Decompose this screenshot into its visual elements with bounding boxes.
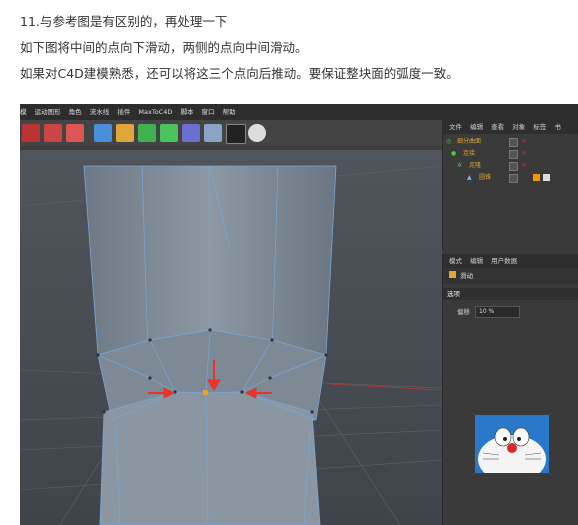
cloner-icon: ✲ xyxy=(457,162,463,169)
menu-item[interactable]: 运动图形 xyxy=(35,108,61,116)
tab-edit[interactable]: 编辑 xyxy=(470,257,483,265)
offset-input[interactable]: 10 % xyxy=(475,306,520,318)
visibility-toggle[interactable] xyxy=(509,150,518,159)
lower-mesh xyxy=(99,391,321,525)
doraemon-avatar xyxy=(475,415,549,473)
offset-label: 偏移 xyxy=(457,308,470,316)
tab-bookmarks[interactable]: 书 xyxy=(554,123,561,131)
pen-icon[interactable] xyxy=(116,124,134,142)
3d-viewport[interactable] xyxy=(20,150,442,525)
toolbar xyxy=(20,120,442,146)
c4d-screenshot: 模 运动图形 角色 流水线 插件 MaxToC4D 脚本 窗口 帮助 ✥⇣⟲⊡ xyxy=(20,104,578,525)
cone-icon: ▲ xyxy=(467,174,472,181)
subdivision-icon: ◎ xyxy=(446,138,452,145)
tab-file[interactable]: 文件 xyxy=(449,123,462,131)
cloner-icon[interactable] xyxy=(160,124,178,142)
floor-icon[interactable] xyxy=(204,124,222,142)
disable-icon[interactable]: × xyxy=(521,136,527,147)
render-settings-icon[interactable] xyxy=(66,124,84,142)
object-row[interactable]: ▲ 圆锥 xyxy=(443,172,578,183)
light-icon[interactable] xyxy=(248,124,266,142)
visibility-toggle[interactable] xyxy=(509,174,518,183)
attribute-manager: 模式 编辑 用户数据 滑动 选项 偏移 10 % xyxy=(442,254,578,525)
instruction-line-1: 如下图将中间的点向下滑动，两侧的点向中间滑动。 xyxy=(20,40,308,55)
step-heading: 11.与参考图是有区别的，再处理一下 xyxy=(20,14,227,30)
menu-item[interactable]: 插件 xyxy=(117,108,130,116)
active-tool: 滑动 xyxy=(443,268,578,284)
object-row[interactable]: ◎ 细分曲面 × xyxy=(443,136,578,147)
tab-view[interactable]: 查看 xyxy=(491,123,504,131)
tab-user-data[interactable]: 用户数据 xyxy=(491,257,517,265)
subdivision-icon[interactable] xyxy=(138,124,156,142)
cube-icon[interactable] xyxy=(94,124,112,142)
object-row[interactable]: ● 连接 × xyxy=(443,148,578,159)
menu-item[interactable]: 流水线 xyxy=(90,108,110,116)
menu-item[interactable]: 脚本 xyxy=(180,108,193,116)
tag-icon[interactable] xyxy=(533,174,540,181)
object-manager: 文件 编辑 查看 对象 标签 书 ◎ 细分曲面 × ● 连接 × ✲ 克隆 × … xyxy=(442,120,578,250)
tab-edit[interactable]: 编辑 xyxy=(470,123,483,131)
step-heading-text: 与参考图是有区别的，再处理一下 xyxy=(39,14,228,29)
checker-tag-icon[interactable] xyxy=(543,174,550,181)
menu-item[interactable]: 模 xyxy=(20,108,27,116)
camera-icon[interactable] xyxy=(226,124,246,144)
menu-item[interactable]: 窗口 xyxy=(202,108,215,116)
menu-bar: 模 运动图形 角色 流水线 插件 MaxToC4D 脚本 窗口 帮助 xyxy=(20,104,578,120)
instruction-line-2: 如果对C4D建模熟悉，还可以将这三个点向后推动。要保证整块面的弧度一致。 xyxy=(20,66,459,81)
menu-item[interactable]: MaxToC4D xyxy=(138,108,172,116)
tab-mode[interactable]: 模式 xyxy=(449,257,462,265)
viewport-scene xyxy=(20,150,442,525)
disable-icon[interactable]: × xyxy=(521,160,527,171)
visibility-toggle[interactable] xyxy=(509,162,518,171)
object-row[interactable]: ✲ 克隆 × xyxy=(443,160,578,171)
attribute-manager-tabs: 模式 编辑 用户数据 xyxy=(443,254,578,268)
deformer-icon[interactable] xyxy=(182,124,200,142)
selected-point xyxy=(203,390,208,395)
object-manager-tabs: 文件 编辑 查看 对象 标签 书 xyxy=(443,120,578,134)
render-picture-viewer-icon[interactable] xyxy=(44,124,62,142)
connect-icon: ● xyxy=(451,150,457,157)
visibility-toggle[interactable] xyxy=(509,138,518,147)
step-number: 11. xyxy=(20,14,40,29)
render-view-icon[interactable] xyxy=(22,124,40,142)
menu-item[interactable]: 帮助 xyxy=(223,108,236,116)
tab-tags[interactable]: 标签 xyxy=(533,123,546,131)
tab-object[interactable]: 对象 xyxy=(512,123,525,131)
options-group[interactable]: 选项 xyxy=(443,288,578,300)
menu-item[interactable]: 角色 xyxy=(69,108,82,116)
disable-icon[interactable]: × xyxy=(521,148,527,159)
slide-tool-icon xyxy=(449,271,456,278)
